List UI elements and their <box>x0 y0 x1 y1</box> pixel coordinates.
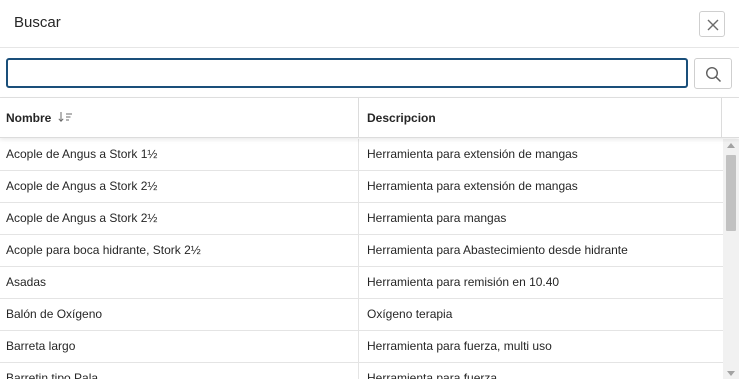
cell-descripcion: Herramienta para fuerza <box>367 371 498 379</box>
dialog-title: Buscar <box>14 14 61 31</box>
table-row[interactable]: Barreta largo Herramienta para fuerza, m… <box>0 331 723 363</box>
search-input[interactable] <box>6 58 688 88</box>
column-header-nombre[interactable]: Nombre <box>0 98 359 138</box>
sort-descending-icon <box>58 111 72 122</box>
cell-descripcion: Oxígeno terapia <box>367 307 453 321</box>
cell-nombre: Acople para boca hidrante, Stork 2½ <box>0 235 359 266</box>
results-grid: Nombre Descripcion Acople de Angus a Sto… <box>0 97 739 379</box>
cell-nombre: Barreta largo <box>0 331 359 362</box>
cell-descripcion: Herramienta para extensión de mangas <box>367 147 578 161</box>
scroll-down-arrow-icon[interactable] <box>727 371 735 376</box>
cell-nombre: Asadas <box>0 267 359 298</box>
search-icon <box>705 66 722 83</box>
table-row[interactable]: Acople para boca hidrante, Stork 2½ Herr… <box>0 235 723 267</box>
column-header-descripcion[interactable]: Descripcion <box>359 98 722 138</box>
table-row[interactable]: Asadas Herramienta para remisión en 10.4… <box>0 267 723 299</box>
vertical-scrollbar[interactable] <box>723 139 739 379</box>
column-header-label: Descripcion <box>367 111 436 125</box>
table-row[interactable]: Acople de Angus a Stork 2½ Herramienta p… <box>0 171 723 203</box>
cell-nombre: Balón de Oxígeno <box>0 299 359 330</box>
dialog-header: Buscar <box>0 0 739 48</box>
cell-nombre: Acople de Angus a Stork 1½ <box>0 139 359 170</box>
table-row[interactable]: Acople de Angus a Stork 1½ Herramienta p… <box>0 139 723 171</box>
cell-nombre: Acople de Angus a Stork 2½ <box>0 203 359 234</box>
table-row[interactable]: Acople de Angus a Stork 2½ Herramienta p… <box>0 203 723 235</box>
cell-descripcion: Herramienta para remisión en 10.40 <box>367 275 560 289</box>
scrollbar-thumb[interactable] <box>726 155 736 231</box>
cell-descripcion: Herramienta para Abastecimiento desde hi… <box>367 243 628 257</box>
cell-nombre: Barretin tipo Pala <box>0 363 359 379</box>
close-button[interactable] <box>699 11 725 37</box>
scroll-up-arrow-icon[interactable] <box>727 143 735 148</box>
close-icon <box>707 19 719 31</box>
table-row[interactable]: Balón de Oxígeno Oxígeno terapia <box>0 299 723 331</box>
column-header-label: Nombre <box>6 111 52 125</box>
cell-descripcion: Herramienta para mangas <box>367 211 507 225</box>
search-dialog: Buscar Nombre Descripcion Acople de Angu… <box>0 0 739 379</box>
search-button[interactable] <box>694 58 732 89</box>
grid-body: Acople de Angus a Stork 1½ Herramienta p… <box>0 139 723 379</box>
cell-nombre: Acople de Angus a Stork 2½ <box>0 171 359 202</box>
cell-descripcion: Herramienta para fuerza, multi uso <box>367 339 552 353</box>
grid-header: Nombre Descripcion <box>0 98 739 138</box>
cell-descripcion: Herramienta para extensión de mangas <box>367 179 578 193</box>
table-row[interactable]: Barretin tipo Pala Herramienta para fuer… <box>0 363 723 379</box>
